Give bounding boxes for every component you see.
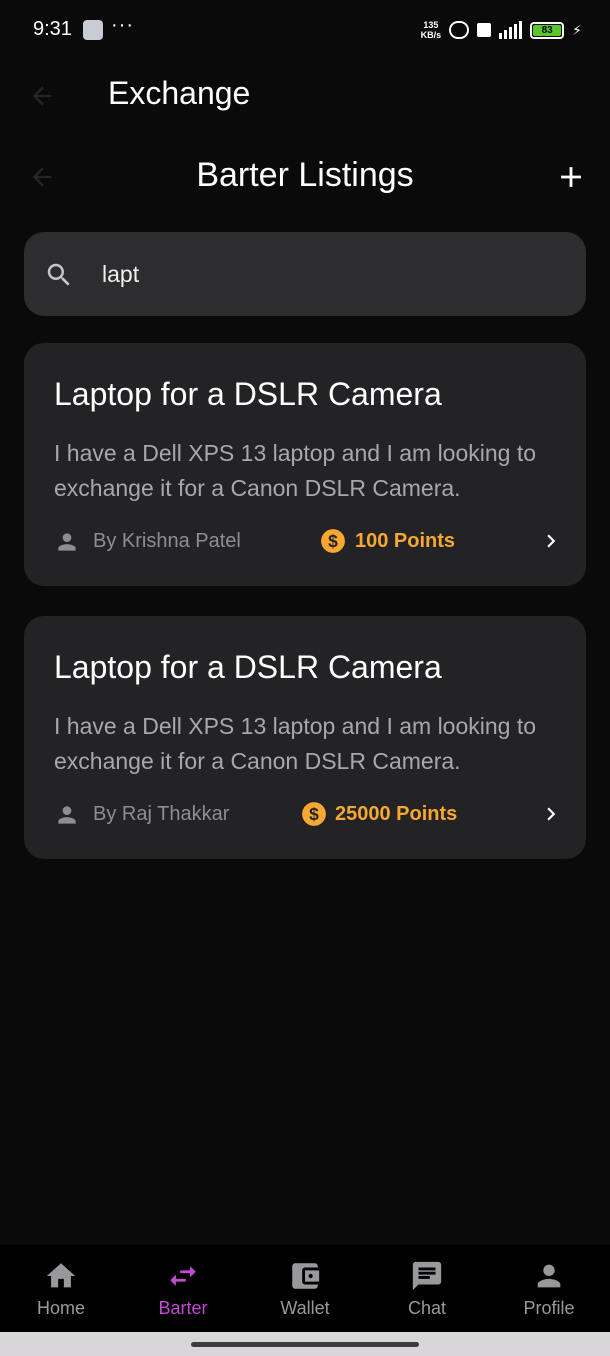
listings-header: Barter Listings xyxy=(0,140,610,216)
listing-author: By Krishna Patel xyxy=(93,530,241,552)
more-notifications-icon: ··· xyxy=(111,14,134,36)
nav-item-wallet[interactable]: Wallet xyxy=(244,1245,366,1332)
listing-card[interactable]: Laptop for a DSLR Camera I have a Dell X… xyxy=(24,343,586,586)
nav-label-profile: Profile xyxy=(523,1298,575,1318)
home-icon xyxy=(46,1263,76,1288)
chevron-right-icon[interactable] xyxy=(538,528,564,554)
nav-item-home[interactable]: Home xyxy=(0,1245,122,1332)
listing-meta: By Krishna Patel $ 100 Points xyxy=(54,526,564,556)
volte-icon xyxy=(477,23,492,37)
svg-text:$: $ xyxy=(309,804,319,824)
search-bar xyxy=(24,232,586,316)
network-speed: 135 KB/s xyxy=(421,20,442,40)
nav-label-barter: Barter xyxy=(158,1298,208,1318)
nav-label-wallet: Wallet xyxy=(280,1298,330,1318)
listing-description: I have a Dell XPS 13 laptop and I am loo… xyxy=(54,440,537,501)
nav-label-home: Home xyxy=(36,1298,85,1318)
home-gesture-bar[interactable] xyxy=(191,1342,419,1347)
coin-icon: $ xyxy=(321,529,345,553)
swap-icon xyxy=(170,1266,196,1286)
search-input[interactable] xyxy=(102,252,562,296)
person-icon xyxy=(537,1264,561,1288)
back-arrow-icon[interactable] xyxy=(28,82,56,110)
status-time: 9:31 xyxy=(33,18,72,40)
wallet-icon xyxy=(292,1263,320,1289)
nav-label-chat: Chat xyxy=(407,1298,447,1318)
wrench-icon xyxy=(83,20,103,40)
user-icon xyxy=(58,806,76,824)
listing-meta: By Raj Thakkar $ 25000 Points xyxy=(54,799,564,829)
user-icon xyxy=(58,533,76,551)
battery-level: 83 xyxy=(533,24,562,36)
network-speed-unit: KB/s xyxy=(420,30,442,40)
add-listing-button[interactable] xyxy=(554,160,588,194)
network-speed-value: 135 xyxy=(423,20,439,30)
section-title: Barter Listings xyxy=(196,156,414,194)
listing-title: Laptop for a DSLR Camera xyxy=(54,376,442,412)
listing-points: 100 Points xyxy=(355,530,456,552)
coin-icon: $ xyxy=(302,802,326,826)
listing-author: By Raj Thakkar xyxy=(93,803,230,825)
gesture-area xyxy=(0,1332,610,1356)
listing-card[interactable]: Laptop for a DSLR Camera I have a Dell X… xyxy=(24,616,586,859)
nav-item-barter[interactable]: Barter xyxy=(122,1245,244,1332)
charging-icon: ⚡ xyxy=(572,21,582,38)
status-bar: 9:31 ··· 135 KB/s 83 ⚡ xyxy=(0,0,610,60)
battery-icon: 83 xyxy=(530,21,565,39)
chat-icon xyxy=(412,1261,442,1291)
search-icon xyxy=(47,263,70,286)
app-header: Exchange xyxy=(0,60,610,130)
listing-title: Laptop for a DSLR Camera xyxy=(54,649,442,685)
status-icons: 135 KB/s 83 ⚡ xyxy=(421,18,582,42)
listing-description: I have a Dell XPS 13 laptop and I am loo… xyxy=(54,713,537,774)
listing-points: 25000 Points xyxy=(335,803,458,825)
svg-text:$: $ xyxy=(328,531,338,551)
hotspot-icon xyxy=(449,21,470,39)
nav-item-chat[interactable]: Chat xyxy=(366,1245,488,1332)
chevron-right-icon[interactable] xyxy=(538,801,564,827)
bottom-navigation: Home Barter Wallet Chat Profile xyxy=(0,1245,610,1332)
page-title: Exchange xyxy=(108,75,251,111)
signal-icon xyxy=(499,21,523,39)
nav-item-profile[interactable]: Profile xyxy=(488,1245,610,1332)
